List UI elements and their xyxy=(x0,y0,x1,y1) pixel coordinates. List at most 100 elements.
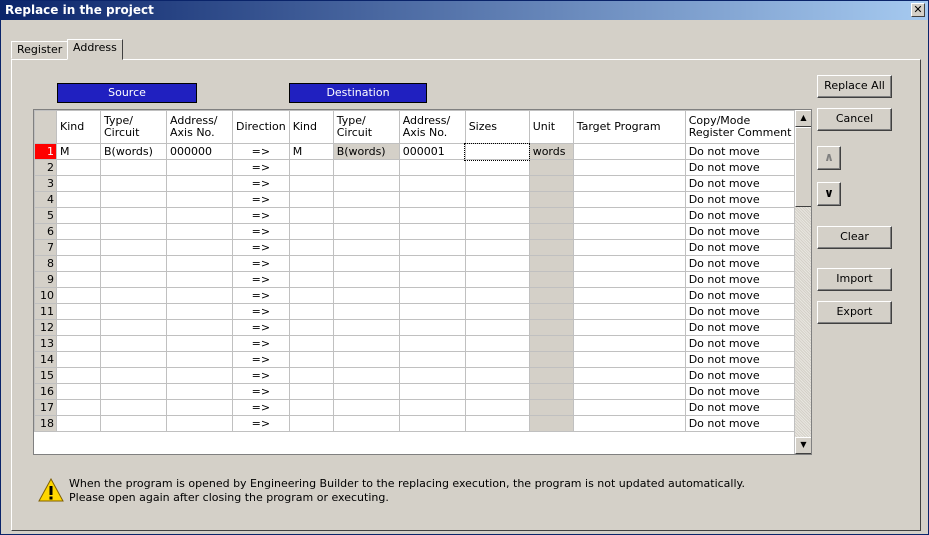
cell-dst-address[interactable] xyxy=(398,287,466,304)
row-number[interactable]: 11 xyxy=(34,303,57,320)
cell-unit[interactable] xyxy=(528,175,574,192)
cell-sizes[interactable] xyxy=(464,159,530,176)
cell-dst-kind[interactable] xyxy=(288,415,334,432)
close-button[interactable]: ✕ xyxy=(911,3,925,17)
table-row[interactable]: 4 => Do not move xyxy=(34,191,796,208)
row-number[interactable]: 6 xyxy=(34,223,57,240)
cell-src-address[interactable] xyxy=(166,191,233,208)
cell-unit[interactable] xyxy=(528,239,574,256)
cell-src-address[interactable] xyxy=(166,239,233,256)
cell-src-address[interactable] xyxy=(166,383,233,400)
cell-src-type[interactable] xyxy=(100,319,167,336)
cell-sizes[interactable] xyxy=(464,303,530,320)
cell-target-program[interactable] xyxy=(572,287,686,304)
cell-dst-type[interactable] xyxy=(332,335,400,352)
cell-src-type[interactable] xyxy=(100,367,167,384)
cell-dst-type[interactable] xyxy=(332,383,400,400)
cell-target-program[interactable] xyxy=(572,191,686,208)
cell-dst-address[interactable] xyxy=(398,191,466,208)
cell-copy-mode[interactable]: Do not move xyxy=(684,159,796,176)
cell-dst-kind[interactable] xyxy=(288,383,334,400)
cell-dst-kind[interactable] xyxy=(288,255,334,272)
cell-copy-mode[interactable]: Do not move xyxy=(684,255,796,272)
cell-direction[interactable]: => xyxy=(232,367,290,384)
table-row[interactable]: 16 => Do not move xyxy=(34,383,796,400)
cell-direction[interactable]: => xyxy=(232,159,290,176)
table-row[interactable]: 15 => Do not move xyxy=(34,367,796,384)
cell-dst-kind[interactable] xyxy=(288,175,334,192)
cell-copy-mode[interactable]: Do not move xyxy=(684,319,796,336)
cell-sizes[interactable] xyxy=(464,399,530,416)
cell-src-address[interactable] xyxy=(166,223,233,240)
cell-target-program[interactable] xyxy=(572,383,686,400)
cell-src-kind[interactable] xyxy=(56,255,101,272)
cell-sizes[interactable] xyxy=(464,207,530,224)
cell-direction[interactable]: => xyxy=(232,143,290,160)
cell-src-type[interactable] xyxy=(100,191,167,208)
cell-src-type[interactable]: B(words) xyxy=(100,143,167,160)
tab-register[interactable]: Register xyxy=(11,41,69,59)
cell-unit[interactable] xyxy=(528,335,574,352)
cell-dst-type[interactable] xyxy=(332,175,400,192)
cell-src-address[interactable] xyxy=(166,207,233,224)
cell-src-kind[interactable] xyxy=(56,287,101,304)
cell-src-kind[interactable] xyxy=(56,319,101,336)
cell-dst-kind[interactable] xyxy=(288,223,334,240)
row-number[interactable]: 4 xyxy=(34,191,57,208)
cell-copy-mode[interactable]: Do not move xyxy=(684,415,796,432)
cell-src-address[interactable] xyxy=(166,319,233,336)
row-number[interactable]: 5 xyxy=(34,207,57,224)
cell-sizes[interactable] xyxy=(464,191,530,208)
cell-dst-type[interactable] xyxy=(332,287,400,304)
cell-unit[interactable] xyxy=(528,319,574,336)
cell-sizes[interactable] xyxy=(464,239,530,256)
cancel-button[interactable]: Cancel xyxy=(817,108,892,131)
move-down-button[interactable]: ∨ xyxy=(817,182,841,206)
cell-sizes[interactable] xyxy=(464,351,530,368)
cell-dst-address[interactable] xyxy=(398,159,466,176)
row-number[interactable]: 7 xyxy=(34,239,57,256)
cell-src-kind[interactable] xyxy=(56,303,101,320)
cell-dst-address[interactable] xyxy=(398,399,466,416)
table-row[interactable]: 11 => Do not move xyxy=(34,303,796,320)
cell-dst-kind[interactable] xyxy=(288,319,334,336)
cell-src-kind[interactable] xyxy=(56,191,101,208)
cell-dst-type[interactable] xyxy=(332,271,400,288)
cell-unit[interactable] xyxy=(528,303,574,320)
cell-copy-mode[interactable]: Do not move xyxy=(684,143,796,160)
cell-target-program[interactable] xyxy=(572,335,686,352)
cell-dst-kind[interactable] xyxy=(288,367,334,384)
cell-src-kind[interactable] xyxy=(56,207,101,224)
cell-dst-type[interactable] xyxy=(332,415,400,432)
table-row[interactable]: 14 => Do not move xyxy=(34,351,796,368)
cell-src-kind[interactable] xyxy=(56,223,101,240)
cell-src-address[interactable] xyxy=(166,335,233,352)
table-row[interactable]: 6 => Do not move xyxy=(34,223,796,240)
cell-dst-address[interactable] xyxy=(398,207,466,224)
table-row[interactable]: 5 => Do not move xyxy=(34,207,796,224)
cell-unit[interactable] xyxy=(528,271,574,288)
cell-dst-kind[interactable] xyxy=(288,399,334,416)
cell-unit[interactable] xyxy=(528,399,574,416)
cell-src-address[interactable] xyxy=(166,255,233,272)
cell-copy-mode[interactable]: Do not move xyxy=(684,303,796,320)
cell-src-address[interactable] xyxy=(166,271,233,288)
cell-copy-mode[interactable]: Do not move xyxy=(684,335,796,352)
cell-dst-kind[interactable] xyxy=(288,239,334,256)
cell-src-address[interactable] xyxy=(166,303,233,320)
cell-dst-address[interactable] xyxy=(398,335,466,352)
cell-copy-mode[interactable]: Do not move xyxy=(684,239,796,256)
scroll-thumb[interactable] xyxy=(795,127,811,207)
row-number[interactable]: 8 xyxy=(34,255,57,272)
table-row[interactable]: 17 => Do not move xyxy=(34,399,796,416)
cell-target-program[interactable] xyxy=(572,351,686,368)
cell-direction[interactable]: => xyxy=(232,191,290,208)
cell-src-type[interactable] xyxy=(100,255,167,272)
cell-direction[interactable]: => xyxy=(232,335,290,352)
table-row[interactable]: 10 => Do not move xyxy=(34,287,796,304)
cell-dst-type[interactable] xyxy=(332,319,400,336)
cell-src-kind[interactable] xyxy=(56,239,101,256)
cell-target-program[interactable] xyxy=(572,319,686,336)
cell-src-type[interactable] xyxy=(100,271,167,288)
cell-dst-address[interactable] xyxy=(398,383,466,400)
